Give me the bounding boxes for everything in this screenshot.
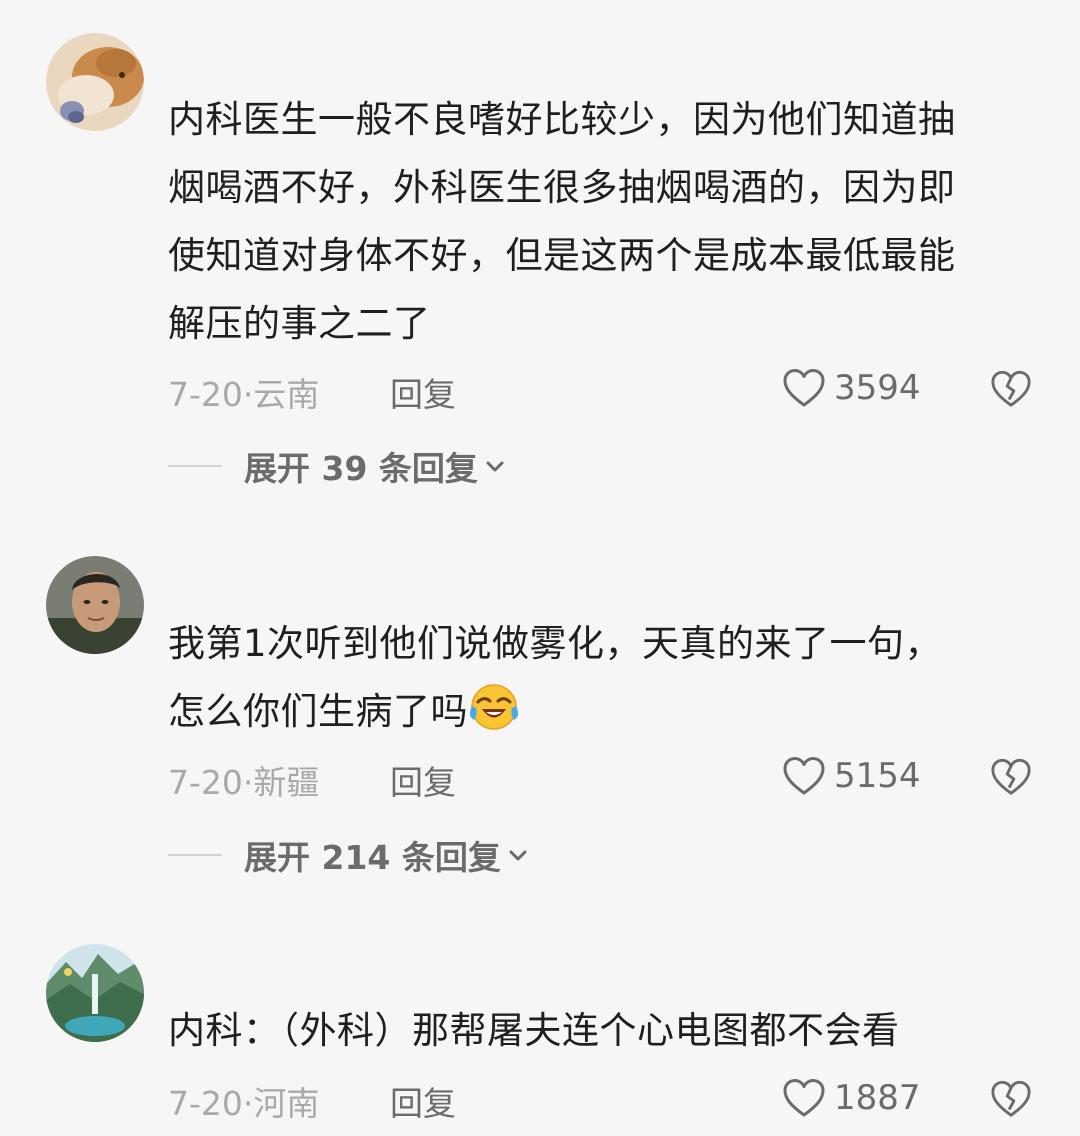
dislike-broken-heart-icon[interactable] bbox=[990, 1078, 1032, 1120]
avatar[interactable] bbox=[46, 556, 144, 654]
comment-text-line: 我第1次听到他们说做雾化，天真的来了一句， bbox=[168, 622, 943, 665]
expand-replies-button[interactable]: 展开 214 条回复 bbox=[168, 831, 529, 879]
meta-separator: · bbox=[242, 763, 254, 802]
comment-text-line: 内科：（外科）那帮屠夫连个心电图都不会看 bbox=[168, 1009, 900, 1052]
expand-replies-button[interactable]: 展开 39 条回复 bbox=[168, 442, 506, 490]
chevron-down-icon bbox=[486, 461, 504, 472]
divider bbox=[168, 465, 222, 467]
like-count: 3594 bbox=[834, 368, 921, 408]
comment-location: 云南 bbox=[253, 375, 320, 414]
avatar[interactable] bbox=[46, 33, 144, 131]
comment-meta: 7-20·河南 bbox=[168, 1077, 319, 1125]
comment-date: 7-20 bbox=[168, 763, 243, 802]
landscape-avatar-image bbox=[46, 944, 144, 1042]
meta-separator: · bbox=[242, 1084, 254, 1123]
reply-button[interactable]: 回复 bbox=[390, 368, 456, 416]
comment-text: 内科：（外科）那帮屠夫连个心电图都不会看 bbox=[168, 997, 1038, 1065]
like-count: 1887 bbox=[834, 1078, 921, 1118]
comment-date: 7-20 bbox=[168, 375, 243, 414]
avatar[interactable] bbox=[46, 944, 144, 1042]
comment-text-line: 内科医生一般不良嗜好比较少，因为他们知道抽 bbox=[168, 98, 956, 141]
heart-icon bbox=[783, 757, 825, 795]
comment-text: 内科医生一般不良嗜好比较少，因为他们知道抽 烟喝酒不好，外科医生很多抽烟喝酒的，… bbox=[168, 86, 1038, 358]
comment-text-line-with-emoji: 怎么你们生病了吗 bbox=[168, 678, 1038, 746]
comment-meta: 7-20·云南 bbox=[168, 368, 319, 416]
comment-text-line: 使知道对身体不好，但是这两个是成本最低最能 bbox=[168, 234, 956, 277]
comment-text-line: 解压的事之二了 bbox=[168, 302, 431, 345]
comment-text: 我第1次听到他们说做雾化，天真的来了一句， 怎么你们生病了吗 bbox=[168, 610, 1038, 746]
laughing-crying-emoji-icon bbox=[469, 684, 519, 730]
like-button[interactable]: 5154 bbox=[782, 754, 921, 798]
chevron-down-icon bbox=[509, 850, 527, 861]
comment-location: 河南 bbox=[253, 1084, 320, 1123]
expand-replies-label: 展开 39 条回复 bbox=[244, 449, 478, 488]
meta-separator: · bbox=[242, 375, 254, 414]
comment-text-line: 怎么你们生病了吗 bbox=[168, 690, 468, 733]
reply-button[interactable]: 回复 bbox=[390, 1077, 456, 1125]
reply-button[interactable]: 回复 bbox=[390, 756, 456, 804]
comment-date: 7-20 bbox=[168, 1084, 243, 1123]
dislike-broken-heart-icon[interactable] bbox=[990, 368, 1032, 410]
heart-icon bbox=[783, 369, 825, 407]
expand-replies-label: 展开 214 条回复 bbox=[244, 838, 501, 877]
like-button[interactable]: 3594 bbox=[782, 366, 921, 410]
like-count: 5154 bbox=[834, 756, 921, 796]
comment-location: 新疆 bbox=[253, 763, 320, 802]
dislike-broken-heart-icon[interactable] bbox=[990, 756, 1032, 798]
man-avatar-image bbox=[46, 556, 144, 654]
heart-icon bbox=[783, 1079, 825, 1117]
like-button[interactable]: 1887 bbox=[782, 1076, 921, 1120]
comment-text-line: 烟喝酒不好，外科医生很多抽烟喝酒的，因为即 bbox=[168, 166, 956, 209]
divider bbox=[168, 854, 222, 856]
comment-meta: 7-20·新疆 bbox=[168, 756, 319, 804]
dog-avatar-image bbox=[46, 33, 144, 131]
